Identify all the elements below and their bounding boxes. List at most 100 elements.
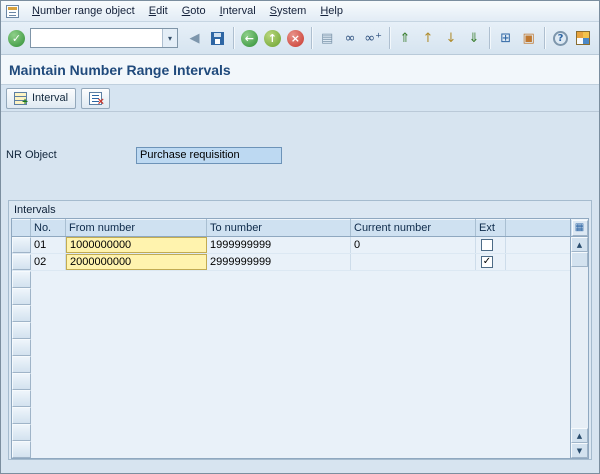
col-header-no[interactable]: No. [31,219,66,236]
empty-table-area [31,424,570,441]
row-selector[interactable] [12,322,31,339]
col-header-to-number[interactable]: To number [207,219,351,236]
save-button[interactable] [206,27,229,50]
window-icon [6,5,19,18]
command-history-dropdown[interactable]: ▾ [162,29,177,47]
row-selector[interactable] [12,305,31,322]
ext-checkbox[interactable] [481,239,493,251]
insert-interval-icon [14,92,27,105]
row-selector[interactable] [12,288,31,305]
scrollbar-up-button[interactable]: ▲ [571,237,588,252]
table-row-empty [12,322,570,339]
cancel-button[interactable]: × [284,27,307,50]
col-header-ext[interactable]: Ext [476,219,506,236]
cell-to-number[interactable]: 1999999999 [207,237,351,253]
empty-table-area [31,390,570,407]
row-selector[interactable] [12,237,31,253]
row-filler [506,237,570,253]
select-all-header[interactable] [12,219,31,236]
generate-shortcut-button[interactable]: ▣ [517,27,540,50]
delete-interval-icon [89,92,102,105]
cell-no[interactable]: 02 [31,254,66,270]
cell-ext: ✓ [476,254,506,270]
enter-button[interactable]: ✓ [5,27,28,50]
find-next-button[interactable]: ∞⁺ [362,27,385,50]
application-toolbar: Interval [1,85,599,112]
table-rows: 01 1000000000 1999999999 0 02 [12,237,570,458]
cell-current-number[interactable]: 0 [351,237,476,253]
insert-interval-button[interactable]: Interval [6,88,76,109]
nr-object-field[interactable]: Purchase requisition [136,147,282,164]
customize-layout-button[interactable] [572,27,595,50]
scrollbar-thumb[interactable] [571,252,588,267]
collapse-command-field-button[interactable]: ◀ [183,27,206,50]
col-header-from-number[interactable]: From number [66,219,207,236]
empty-table-area [31,356,570,373]
ext-checkbox[interactable]: ✓ [481,256,493,268]
col-header-current-number[interactable]: Current number [351,219,476,236]
new-session-button[interactable]: ⊞ [494,27,517,50]
menu-system[interactable]: System [263,3,314,19]
scrollbar-line-up-button[interactable]: ▲ [571,428,588,443]
row-selector[interactable] [12,339,31,356]
print-button[interactable]: ▤ [316,27,339,50]
cell-to-number[interactable]: 2999999999 [207,254,351,270]
last-page-button[interactable]: ⇓ [462,27,485,50]
title-band: Maintain Number Range Intervals [1,55,599,85]
row-selector[interactable] [12,407,31,424]
exit-icon: ↑ [264,30,281,47]
row-selector[interactable] [12,271,31,288]
table-body: 01 1000000000 1999999999 0 02 [12,237,588,458]
empty-table-area [31,305,570,322]
row-selector[interactable] [12,424,31,441]
row-selector[interactable] [12,390,31,407]
table-row-empty [12,339,570,356]
menu-interval[interactable]: Interval [213,3,263,19]
command-input[interactable] [31,30,162,46]
table-config-button[interactable]: ▦ [572,220,588,236]
first-page-button[interactable]: ⇑ [393,27,416,50]
row-filler [506,254,570,270]
intervals-groupbox: Intervals No. From number To number Curr… [8,200,592,460]
command-field[interactable]: ▾ [30,28,178,48]
empty-table-area [31,407,570,424]
exit-button[interactable]: ↑ [261,27,284,50]
toolbar-separator [489,27,490,49]
nr-object-row: NR Object Purchase requisition [6,146,599,164]
empty-table-area [31,271,570,288]
scrollbar-line-down-button[interactable]: ▼ [571,443,588,458]
table-row-empty [12,441,570,458]
toolbar-separator [389,27,390,49]
intervals-table: No. From number To number Current number… [11,218,589,459]
empty-table-area [31,288,570,305]
nr-object-label: NR Object [6,149,136,161]
cell-from-number[interactable]: 1000000000 [66,237,207,253]
help-icon: ? [553,31,568,46]
empty-table-area [31,373,570,390]
toolbar-separator [311,27,312,49]
row-selector[interactable] [12,441,31,458]
scrollbar-track[interactable] [571,267,588,428]
page-up-button[interactable]: ↑ [416,27,439,50]
back-button[interactable]: ← [238,27,261,50]
cell-current-number[interactable] [351,254,476,270]
table-config-cell: ▦ [570,219,588,236]
table-row-empty [12,288,570,305]
row-selector[interactable] [12,373,31,390]
menu-edit[interactable]: Edit [142,3,175,19]
page-down-button[interactable]: ↓ [439,27,462,50]
row-selector[interactable] [12,356,31,373]
menu-help[interactable]: Help [313,3,350,19]
table-row-empty [12,407,570,424]
row-selector[interactable] [12,254,31,270]
cell-from-number[interactable]: 2000000000 [66,254,207,270]
customize-layout-icon [576,31,590,45]
delete-interval-button[interactable] [81,88,110,109]
back-icon: ← [241,30,258,47]
help-button[interactable]: ? [549,27,572,50]
cell-no[interactable]: 01 [31,237,66,253]
menu-number-range-object[interactable]: Number range object [25,3,142,19]
menu-goto[interactable]: Goto [175,3,213,19]
table-row-empty [12,373,570,390]
find-button[interactable]: ∞ [339,27,362,50]
